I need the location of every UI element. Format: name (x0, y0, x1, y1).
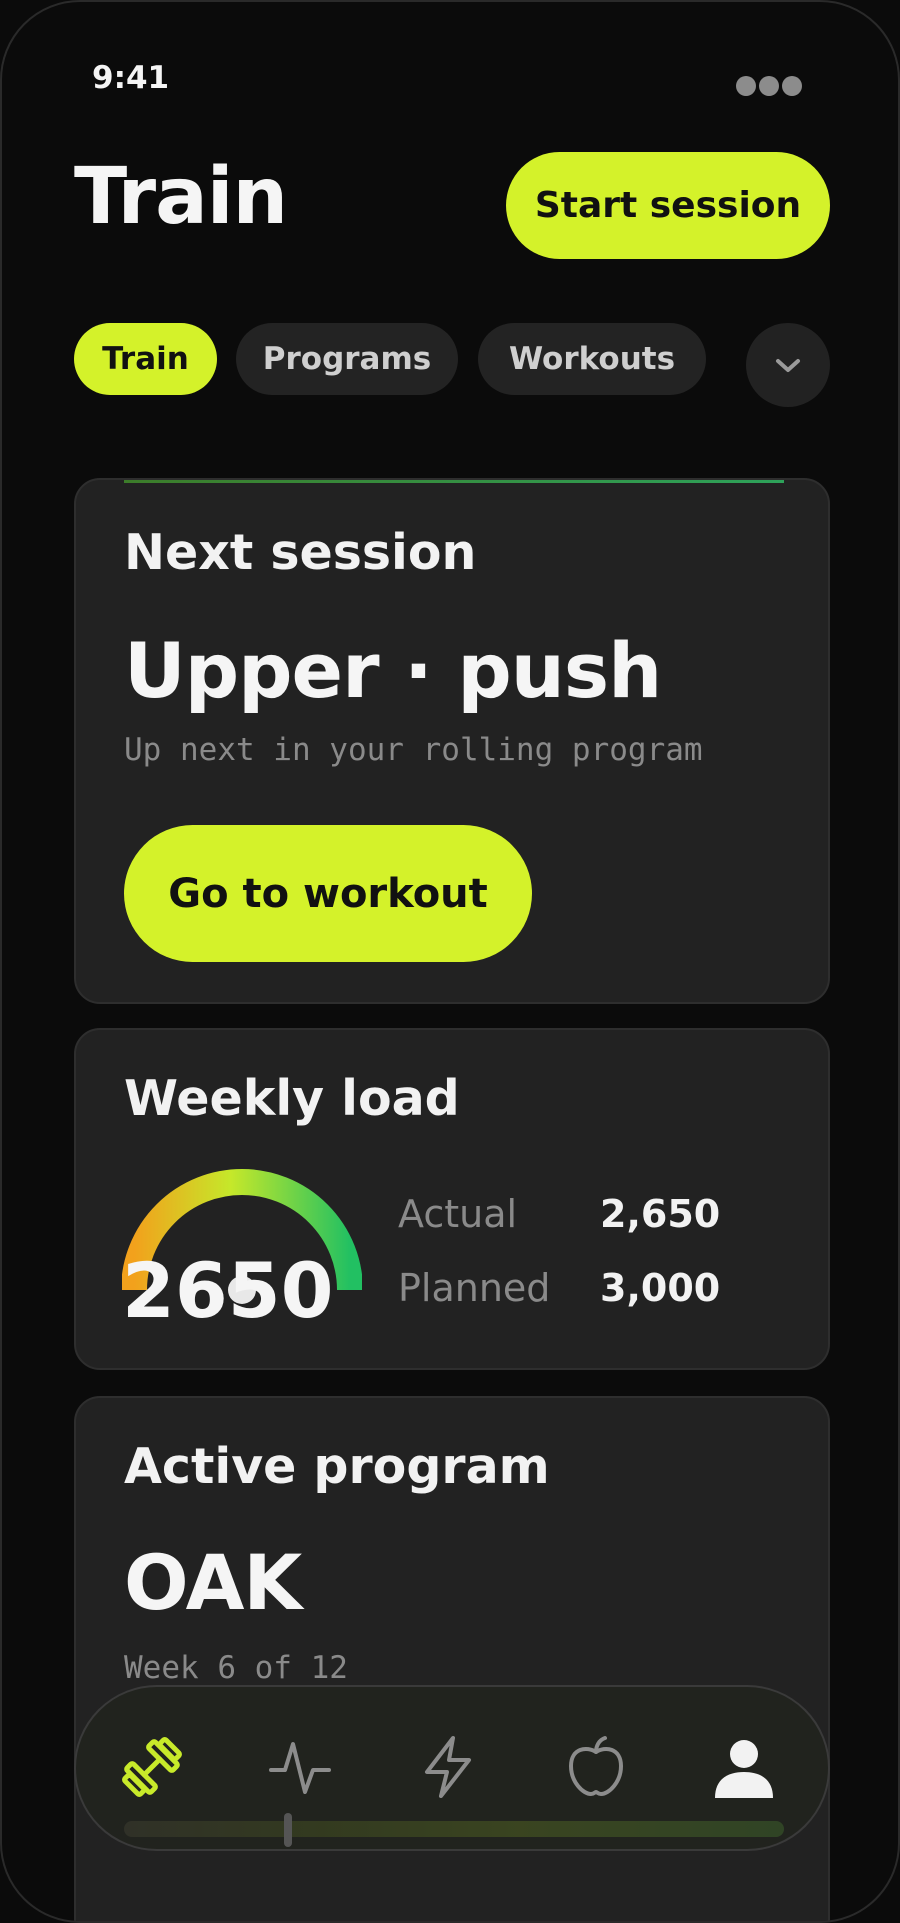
go-to-workout-button[interactable]: Go to workout (124, 825, 532, 962)
weekly-load-heading: Weekly load (124, 1070, 460, 1127)
next-session-card: Next session Upper · push Up next in you… (74, 478, 830, 1004)
page-title: Train (74, 152, 288, 242)
bottom-nav (74, 1685, 830, 1851)
card-accent-line (124, 480, 784, 483)
activity-icon (269, 1742, 331, 1794)
apple-icon (569, 1736, 623, 1796)
tab-workouts[interactable]: Workouts (478, 323, 706, 395)
phone-screen: 9:41 Train Start session Train Programs … (0, 0, 900, 1923)
start-session-button[interactable]: Start session (506, 152, 830, 259)
nav-item-train[interactable] (112, 1727, 192, 1807)
actual-label: Actual (398, 1192, 518, 1236)
tab-programs[interactable]: Programs (236, 323, 458, 395)
gauge-value: 2650 (122, 1246, 334, 1335)
session-subtitle: Up next in your rolling program (124, 732, 703, 768)
program-week: Week 6 of 12 (124, 1650, 348, 1686)
actual-value: 2,650 (600, 1192, 721, 1236)
status-more-icon (736, 76, 805, 100)
nav-item-profile[interactable] (704, 1727, 784, 1807)
program-name: OAK (124, 1538, 302, 1627)
nav-item-nutrition[interactable] (556, 1727, 636, 1807)
nav-progress-knob (284, 1813, 292, 1847)
planned-value: 3,000 (600, 1266, 721, 1310)
active-program-heading: Active program (124, 1438, 550, 1495)
planned-label: Planned (398, 1266, 551, 1310)
tab-bar: Train Programs Workouts (74, 323, 724, 395)
chevron-down-icon (776, 359, 800, 372)
lightning-icon (425, 1736, 471, 1798)
session-name: Upper · push (124, 626, 662, 715)
nav-progress-track (124, 1821, 784, 1837)
weekly-load-card: Weekly load 2650 Actual 2,650 Planned 3,… (74, 1028, 830, 1370)
profile-icon (715, 1740, 773, 1798)
next-session-heading: Next session (124, 524, 477, 581)
status-time: 9:41 (92, 60, 170, 96)
nav-item-energy[interactable] (408, 1727, 488, 1807)
tabs-more-button[interactable] (746, 323, 830, 407)
dumbbell-icon (122, 1737, 182, 1797)
tab-train[interactable]: Train (74, 323, 217, 395)
nav-item-activity[interactable] (260, 1727, 340, 1807)
